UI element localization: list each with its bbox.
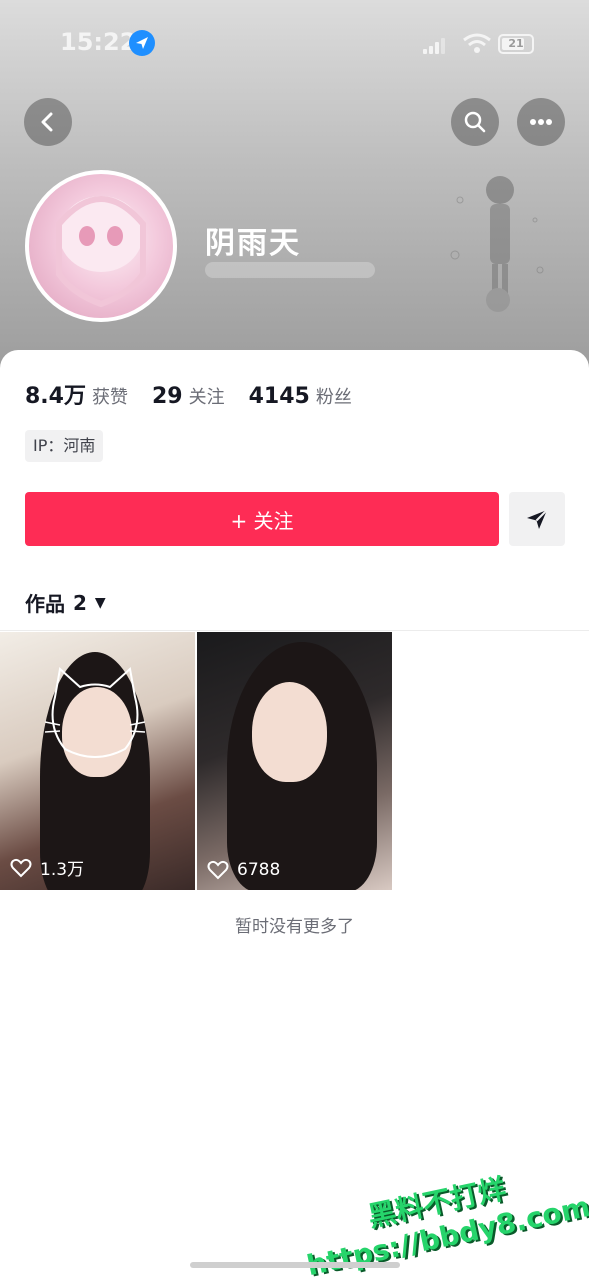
- likes-label: 获赞: [91, 387, 128, 408]
- stats-row: 8.4万 获赞 29 关注 4145 粉丝: [25, 378, 376, 410]
- tab-works-count: 2: [73, 590, 87, 615]
- signal-icon: [423, 38, 445, 54]
- more-icon: [530, 119, 552, 125]
- heart-icon: [10, 858, 32, 877]
- blurred-subtitle: [205, 262, 375, 278]
- status-bar: 15:22 21: [0, 0, 589, 90]
- avatar-illustration: [56, 196, 146, 308]
- stat-following[interactable]: 29 关注: [152, 383, 225, 409]
- battery-icon: 21: [498, 34, 534, 54]
- following-count: 29: [151, 384, 183, 409]
- back-icon: [41, 112, 53, 132]
- search-button[interactable]: [451, 98, 499, 146]
- more-button[interactable]: [517, 98, 565, 146]
- back-button[interactable]: [24, 98, 72, 146]
- message-button[interactable]: [509, 492, 565, 546]
- followers-label: 粉丝: [315, 387, 352, 408]
- video-likes-text: 6788: [237, 860, 281, 880]
- likes-count: 8.4万: [25, 384, 86, 409]
- video-thumbnail[interactable]: 6788: [197, 632, 392, 890]
- tab-works[interactable]: 作品 2 ▼: [25, 588, 106, 617]
- stat-likes[interactable]: 8.4万 获赞: [25, 378, 128, 410]
- send-icon: [527, 509, 548, 529]
- divider: [0, 630, 589, 631]
- followers-count: 4145: [248, 384, 310, 409]
- no-more-content-text: 暂时没有更多了: [235, 917, 354, 937]
- video-like-count: 6788: [207, 860, 280, 880]
- video-like-count: 1.3万: [10, 855, 84, 880]
- cat-sticker-icon: [45, 667, 145, 758]
- follow-button[interactable]: + 关注: [25, 492, 499, 546]
- search-icon: [464, 111, 486, 133]
- nickname: 阴雨天: [205, 226, 301, 261]
- background-illustration: [450, 176, 544, 312]
- home-indicator[interactable]: [190, 1262, 400, 1268]
- ip-location-tag: IP：河南: [25, 430, 104, 462]
- caret-down-icon: ▼: [94, 594, 106, 611]
- stat-followers[interactable]: 4145 粉丝: [249, 383, 352, 409]
- following-label: 关注: [188, 387, 225, 408]
- location-icon: [129, 30, 155, 56]
- heart-icon: [207, 860, 229, 880]
- avatar[interactable]: [25, 170, 177, 322]
- video-likes-text: 1.3万: [40, 860, 85, 880]
- battery-level: 21: [508, 37, 524, 50]
- status-time: 15:22: [60, 28, 137, 56]
- tab-works-label: 作品: [25, 592, 65, 616]
- video-thumbnail[interactable]: 1.3万: [0, 632, 195, 890]
- wifi-icon: [463, 33, 491, 53]
